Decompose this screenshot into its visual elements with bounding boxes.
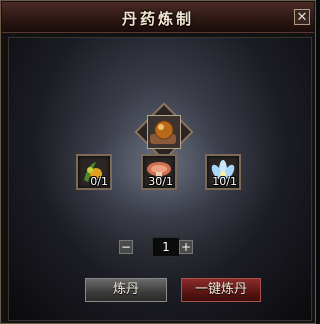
minus-icon: − <box>120 240 132 254</box>
title-bar[interactable]: 丹药炼制 ✕ <box>2 2 314 33</box>
refine-button[interactable]: 炼丹 <box>85 278 167 302</box>
material-slot-3[interactable]: 10/1 <box>205 154 241 190</box>
alchemy-window: 丹药炼制 ✕ 0/1 30/1 10/1 − 1 + 炼丹 一键炼丹 <box>0 0 316 324</box>
plus-icon: + <box>180 240 192 254</box>
window-title: 丹药炼制 <box>121 10 194 28</box>
material-slot-1[interactable]: 0/1 <box>76 154 112 190</box>
close-button[interactable]: ✕ <box>294 9 310 25</box>
decrease-quantity-button[interactable]: − <box>119 240 133 254</box>
material-count: 10/1 <box>212 175 237 188</box>
material-slot-2[interactable]: 30/1 <box>141 154 177 190</box>
close-icon: ✕ <box>296 10 308 25</box>
material-count: 0/1 <box>90 175 108 188</box>
material-count: 30/1 <box>148 175 173 188</box>
alchemy-content: 0/1 30/1 10/1 − 1 + 炼丹 一键炼丹 <box>8 37 312 321</box>
result-item-frame <box>134 102 194 162</box>
one-click-refine-button[interactable]: 一键炼丹 <box>181 278 261 302</box>
quantity-input[interactable]: 1 <box>152 237 180 257</box>
result-item-slot[interactable] <box>147 115 181 149</box>
increase-quantity-button[interactable]: + <box>179 240 193 254</box>
elixir-orb-icon <box>150 120 176 144</box>
